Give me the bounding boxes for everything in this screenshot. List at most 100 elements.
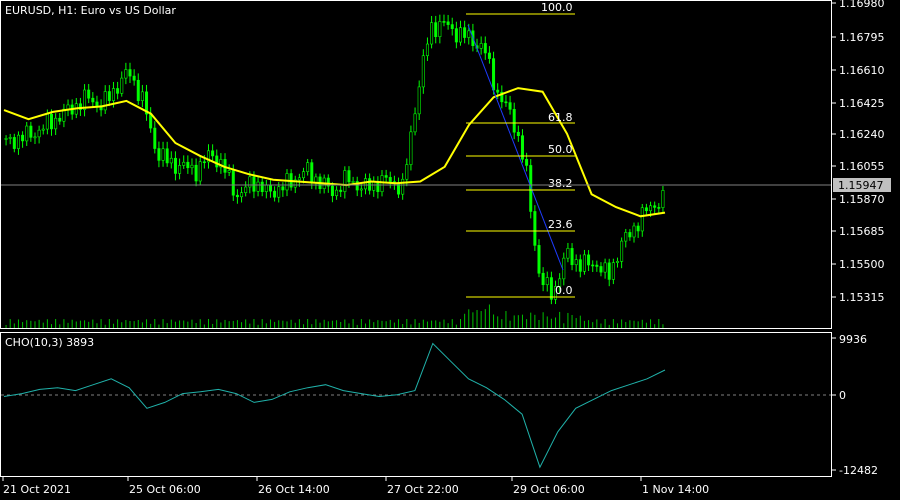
candle-body — [83, 89, 87, 110]
candle-body — [16, 134, 20, 149]
candle-body — [467, 30, 471, 38]
indicator-tick: 0 — [839, 389, 846, 402]
candle-body — [227, 170, 231, 173]
candle-body — [537, 245, 541, 274]
price-panel[interactable] — [0, 0, 832, 329]
candle-body — [169, 157, 173, 164]
candle-body — [335, 189, 339, 197]
candle-body — [483, 43, 487, 54]
candle-body — [459, 27, 463, 43]
time-tick: 27 Oct 22:00 — [387, 483, 459, 496]
candle-body — [202, 161, 206, 164]
candle-body — [103, 91, 107, 111]
time-axis[interactable]: 21 Oct 2021 25 Oct 06:00 26 Oct 14:00 27… — [2, 477, 709, 496]
chart-window[interactable]: 100.0 61.8 50.0 38.2 23.6 0.0 EURUSD, H1… — [0, 0, 900, 500]
candle-body — [430, 22, 434, 45]
price-tick: 1.16425 — [839, 97, 885, 110]
candle-body — [211, 150, 215, 157]
candle-body — [161, 148, 165, 161]
candle-body — [339, 189, 343, 192]
fib-level-500: 50.0 — [548, 143, 573, 156]
candle-body — [578, 259, 582, 272]
time-tick: 21 Oct 2021 — [3, 483, 71, 496]
candle-body — [512, 109, 516, 133]
candle-body — [149, 113, 153, 129]
candle-body — [58, 117, 62, 122]
candle-body — [388, 177, 392, 182]
candle-body — [570, 248, 574, 266]
price-tick: 1.15500 — [839, 258, 885, 271]
candle-body — [446, 21, 450, 25]
candle-body — [525, 158, 529, 166]
candle-body — [624, 232, 628, 242]
candle-body — [190, 164, 194, 169]
candle-body — [368, 178, 372, 191]
candle-body — [607, 262, 611, 280]
candle-body — [302, 171, 306, 179]
candle-body — [173, 157, 177, 174]
candle-body — [417, 86, 421, 115]
candle-body — [25, 125, 29, 142]
indicator-label: CHO(10,3) 3893 — [5, 336, 94, 349]
candle-body — [41, 128, 45, 131]
candle-body — [235, 194, 239, 198]
price-tick: 1.16240 — [839, 128, 885, 141]
candle-body — [504, 101, 508, 104]
candle-body — [582, 254, 586, 272]
candle-body — [566, 248, 570, 259]
candle-body — [649, 205, 653, 212]
candle-body — [91, 97, 95, 103]
candle-body — [240, 192, 244, 198]
price-axis[interactable]: 1.16980 1.16795 1.16610 1.16425 1.16240 … — [832, 0, 891, 304]
candle-body — [636, 225, 640, 232]
indicator-axis[interactable]: 9936 0 -12482 — [832, 333, 878, 477]
time-tick: 26 Oct 14:00 — [258, 483, 330, 496]
candle-body — [165, 148, 169, 164]
candle-body — [256, 181, 260, 192]
candle-body — [95, 101, 99, 106]
candle-body — [508, 102, 512, 110]
candle-body — [438, 21, 442, 38]
candle-body — [198, 161, 202, 182]
candle-body — [50, 113, 54, 130]
candle-body — [492, 58, 496, 91]
candle-body — [653, 205, 657, 208]
candle-body — [516, 131, 520, 136]
candle-body — [434, 22, 438, 38]
candle-body — [264, 184, 268, 192]
candle-body — [260, 181, 264, 192]
chart-symbol-label: EURUSD, H1: Euro vs US Dollar — [5, 4, 176, 17]
candle-body — [33, 136, 37, 139]
candle-body — [595, 264, 599, 267]
candle-body — [376, 181, 380, 193]
candle-body — [124, 69, 128, 79]
candle-body — [12, 137, 16, 149]
candle-body — [591, 264, 595, 267]
candle-body — [281, 186, 285, 191]
candle-body — [277, 186, 281, 198]
candle-body — [372, 181, 376, 191]
candle-body — [297, 177, 301, 181]
candle-body — [231, 170, 235, 196]
fib-level-100: 100.0 — [541, 1, 573, 14]
candle-body — [120, 77, 124, 94]
candle-body — [107, 91, 111, 101]
candle-body — [620, 240, 624, 262]
candle-body — [409, 131, 413, 165]
time-tick: 25 Oct 06:00 — [129, 483, 201, 496]
candle-body — [153, 127, 157, 149]
candle-body — [29, 125, 33, 138]
candle-body — [533, 211, 537, 246]
candle-body — [599, 266, 603, 273]
candle-body — [587, 254, 591, 266]
candle-body — [632, 225, 636, 238]
candle-body — [111, 88, 115, 101]
candle-body — [615, 261, 619, 263]
indicator-tick: -12482 — [839, 464, 878, 477]
candle-body — [306, 162, 310, 172]
candle-body — [549, 277, 553, 300]
candle-body — [574, 259, 578, 266]
candle-body — [21, 134, 25, 142]
indicator-panel[interactable] — [0, 332, 832, 477]
candle-body — [116, 88, 120, 94]
